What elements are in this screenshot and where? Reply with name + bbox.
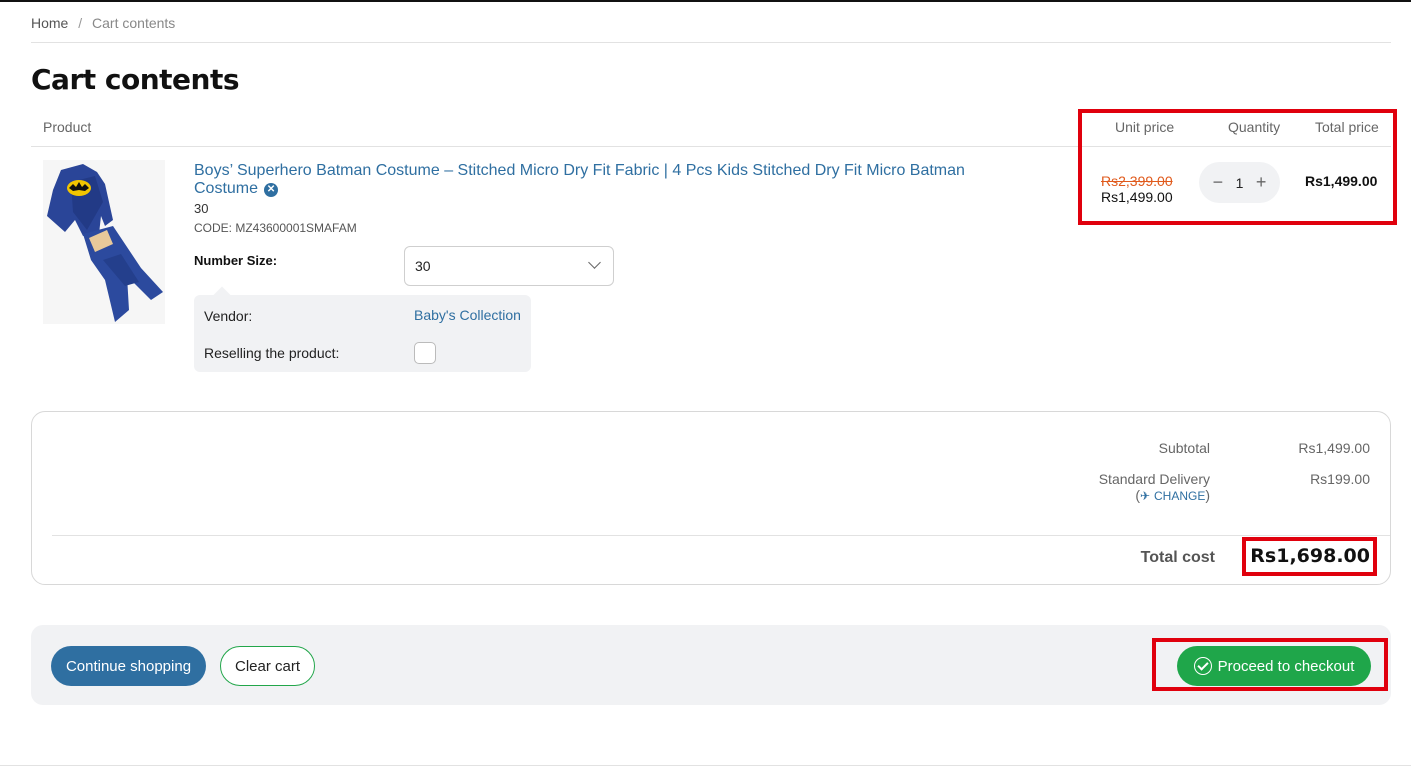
divider [52,535,1390,536]
product-name[interactable]: Boys’ Superhero Batman Costume – Stitche… [194,162,965,197]
top-border [0,0,1411,2]
breadcrumb-home[interactable]: Home [31,15,68,31]
size-label: Number Size: [194,253,278,268]
subtotal-label: Subtotal [1158,440,1210,456]
size-select[interactable]: 30 [404,246,614,286]
page-title: Cart contents [31,63,240,96]
remove-icon[interactable]: ✕ [264,183,279,197]
chevron-down-icon [588,256,601,269]
highlight-box [1242,537,1377,576]
breadcrumb-separator: / [78,15,83,31]
breadcrumb: Home / Cart contents [31,15,175,31]
panel-pointer [213,286,231,304]
product-name-link[interactable]: Boys’ Superhero Batman Costume – Stitche… [194,162,984,198]
reselling-checkbox[interactable] [414,342,436,364]
highlight-box [1152,638,1388,691]
product-image[interactable] [43,160,165,324]
change-close-paren: ) [1205,487,1210,503]
product-option: 30 [194,201,209,216]
header-product: Product [43,119,92,135]
continue-shopping-button[interactable]: Continue shopping [51,646,206,686]
reselling-label: Reselling the product: [204,345,340,361]
clear-cart-button[interactable]: Clear cart [220,646,315,686]
delivery-value: Rs199.00 [1310,471,1370,487]
vendor-panel: Vendor: Baby's Collection Reselling the … [194,286,531,372]
change-link[interactable]: CHANGE [1154,489,1205,503]
subtotal-value: Rs1,499.00 [1298,440,1370,456]
product-code: CODE: MZ43600001SMAFAM [194,221,357,235]
delivery-label: Standard Delivery [1098,471,1210,487]
size-selected-value: 30 [415,258,431,274]
plane-icon: ✈ [1140,489,1151,503]
vendor-label: Vendor: [204,308,253,324]
total-cost-label: Total cost [1140,549,1215,566]
breadcrumb-current: Cart contents [92,15,176,31]
highlight-box [1078,109,1397,225]
divider [0,765,1411,766]
change-shipping[interactable]: (✈ CHANGE) [1135,487,1210,503]
order-summary: Subtotal Rs1,499.00 Standard Delivery (✈… [31,411,1391,585]
divider [31,42,1391,43]
vendor-link[interactable]: Baby's Collection [414,307,521,323]
